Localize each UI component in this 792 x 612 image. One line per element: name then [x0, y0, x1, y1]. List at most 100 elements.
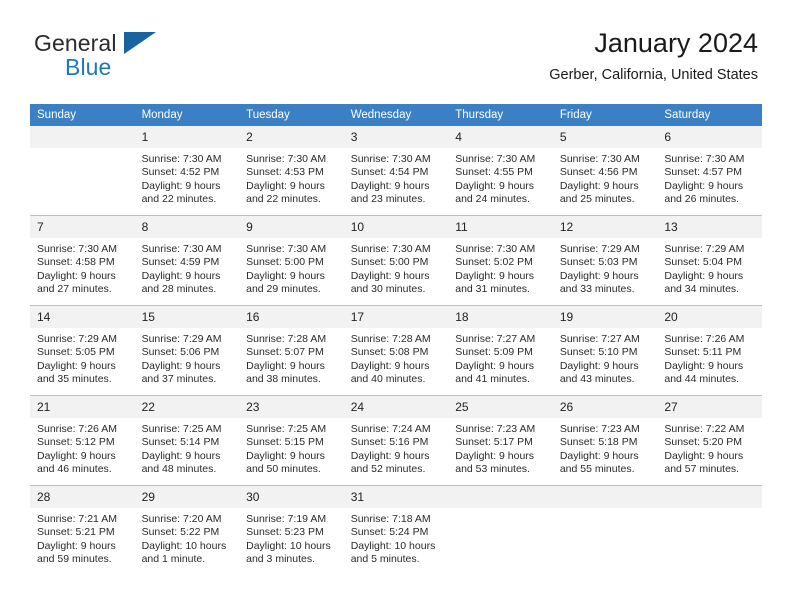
brand-name-general: General [34, 30, 117, 56]
day-sun-info: Sunrise: 7:23 AM Sunset: 5:17 PM Daylight:… [448, 418, 553, 476]
calendar-day-cell[interactable]: 28 Sunrise: 7:21 AM Sunset: 5:21 PM Dayligh… [30, 485, 135, 575]
weekday-header-monday: Monday [134, 104, 240, 126]
daylight-hours: Daylight: 9 hours [37, 359, 116, 372]
day-number: 27 [657, 396, 762, 418]
calendar-day-cell[interactable]: 25 Sunrise: 7:23 AM Sunset: 5:17 PM Dayligh… [448, 395, 553, 486]
day-number: 25 [448, 396, 553, 418]
day-number: 20 [657, 306, 762, 328]
day-number: 1 [134, 126, 240, 148]
daylight-hours: Daylight: 9 hours [664, 179, 744, 192]
page-subtitle: Gerber, California, United States [549, 67, 758, 83]
day-sun-info: Sunrise: 7:30 AM Sunset: 4:53 PM Daylight:… [239, 148, 344, 206]
weekday-header-row: Sunday Monday Tuesday Wednesday Thursday… [30, 104, 762, 126]
calendar-day-cell[interactable]: 4 Sunrise: 7:30 AM Sunset: 4:55 PM Daylight… [448, 126, 553, 216]
calendar-week-row: 14 Sunrise: 7:29 AM Sunset: 5:05 PM Dayligh… [30, 305, 762, 396]
calendar-day-cell[interactable]: 1 Sunrise: 7:30 AM Sunset: 4:52 PM Daylight… [134, 126, 240, 216]
day-number: 14 [30, 306, 135, 328]
daylight-minutes: and 3 minutes. [246, 552, 316, 565]
day-number: 12 [552, 216, 658, 238]
sunrise-time: Sunrise: 7:29 AM [664, 243, 745, 255]
day-number: 26 [552, 396, 658, 418]
sunrise-time: Sunrise: 7:30 AM [141, 153, 222, 165]
calendar-day-cell[interactable]: 20 Sunrise: 7:26 AM Sunset: 5:11 PM Dayligh… [657, 305, 762, 396]
daylight-hours: Daylight: 9 hours [246, 359, 325, 372]
title-block: January 2024 Gerber, California, United … [549, 26, 758, 86]
sunset-time: Sunset: 5:21 PM [37, 526, 115, 539]
daylight-hours: Daylight: 9 hours [350, 179, 430, 192]
calendar-day-cell[interactable]: 15 Sunrise: 7:29 AM Sunset: 5:06 PM Dayligh… [134, 305, 240, 396]
day-sun-info: Sunrise: 7:29 AM Sunset: 5:04 PM Daylight:… [657, 238, 762, 296]
daylight-minutes: and 40 minutes. [350, 372, 426, 385]
daylight-minutes: and 1 minute. [141, 552, 206, 565]
brand-logo[interactable]: General Blue [34, 30, 274, 90]
calendar-day-cell[interactable]: 18 Sunrise: 7:27 AM Sunset: 5:09 PM Dayligh… [448, 305, 553, 396]
daylight-minutes: and 53 minutes. [455, 462, 530, 475]
sunset-time: Sunset: 4:57 PM [664, 166, 743, 179]
day-sun-info: Sunrise: 7:29 AM Sunset: 5:05 PM Daylight:… [30, 328, 135, 386]
sunset-time: Sunset: 5:20 PM [664, 436, 743, 449]
sunset-time: Sunset: 5:00 PM [350, 256, 429, 269]
calendar-day-cell[interactable]: 3 Sunrise: 7:30 AM Sunset: 4:54 PM Daylight… [343, 126, 449, 216]
calendar-day-cell[interactable]: 8 Sunrise: 7:30 AM Sunset: 4:59 PM Daylight… [134, 215, 240, 306]
calendar-day-cell[interactable]: 11 Sunrise: 7:30 AM Sunset: 5:02 PM Dayligh… [448, 215, 553, 306]
calendar-day-cell[interactable]: 17 Sunrise: 7:28 AM Sunset: 5:08 PM Dayligh… [343, 305, 449, 396]
daylight-hours: Daylight: 9 hours [455, 269, 535, 282]
calendar-day-cell[interactable]: 13 Sunrise: 7:29 AM Sunset: 5:04 PM Dayligh… [657, 215, 762, 306]
calendar-day-cell[interactable]: 14 Sunrise: 7:29 AM Sunset: 5:05 PM Dayligh… [30, 305, 135, 396]
day-sun-info: Sunrise: 7:29 AM Sunset: 5:06 PM Daylight:… [135, 328, 240, 386]
calendar-day-cell[interactable]: 23 Sunrise: 7:25 AM Sunset: 5:15 PM Dayligh… [239, 395, 344, 486]
calendar-day-cell-empty [657, 485, 762, 575]
sunrise-time: Sunrise: 7:30 AM [141, 243, 222, 255]
day-number: 17 [343, 306, 449, 328]
calendar-day-cell[interactable]: 26 Sunrise: 7:23 AM Sunset: 5:18 PM Dayligh… [552, 395, 658, 486]
calendar-day-cell[interactable]: 29 Sunrise: 7:20 AM Sunset: 5:22 PM Dayligh… [134, 485, 240, 575]
blue-flag-icon [124, 32, 156, 54]
daylight-minutes: and 35 minutes. [37, 372, 112, 385]
calendar-day-cell[interactable]: 16 Sunrise: 7:28 AM Sunset: 5:07 PM Dayligh… [239, 305, 344, 396]
sunrise-time: Sunrise: 7:30 AM [455, 153, 536, 165]
calendar-day-cell[interactable]: 19 Sunrise: 7:27 AM Sunset: 5:10 PM Dayligh… [552, 305, 658, 396]
calendar-day-cell[interactable]: 22 Sunrise: 7:25 AM Sunset: 5:14 PM Dayligh… [134, 395, 240, 486]
calendar-day-cell[interactable]: 9 Sunrise: 7:30 AM Sunset: 5:00 PM Daylight… [239, 215, 344, 306]
daylight-minutes: and 55 minutes. [559, 462, 635, 475]
day-sun-info: Sunrise: 7:30 AM Sunset: 5:00 PM Daylight:… [344, 238, 449, 296]
sunset-time: Sunset: 5:02 PM [455, 256, 533, 269]
sunrise-time: Sunrise: 7:30 AM [664, 153, 745, 165]
brand-name-blue: Blue [65, 54, 112, 80]
sunrise-time: Sunrise: 7:25 AM [141, 423, 222, 435]
calendar-day-cell[interactable]: 5 Sunrise: 7:30 AM Sunset: 4:56 PM Daylight… [552, 126, 658, 216]
sunrise-time: Sunrise: 7:30 AM [350, 153, 431, 165]
day-sun-info: Sunrise: 7:18 AM Sunset: 5:24 PM Daylight:… [344, 508, 449, 566]
sunset-time: Sunset: 5:06 PM [141, 346, 220, 359]
daylight-hours: Daylight: 10 hours [350, 539, 436, 552]
daylight-hours: Daylight: 9 hours [559, 179, 639, 192]
sunset-time: Sunset: 5:03 PM [559, 256, 638, 269]
calendar-day-cell[interactable]: 27 Sunrise: 7:22 AM Sunset: 5:20 PM Dayligh… [657, 395, 762, 486]
sunrise-time: Sunrise: 7:20 AM [141, 513, 222, 525]
calendar-day-cell[interactable]: 31 Sunrise: 7:18 AM Sunset: 5:24 PM Dayligh… [343, 485, 449, 575]
calendar-day-cell[interactable]: 24 Sunrise: 7:24 AM Sunset: 5:16 PM Dayligh… [343, 395, 449, 486]
calendar-day-cell[interactable]: 2 Sunrise: 7:30 AM Sunset: 4:53 PM Daylight… [239, 126, 344, 216]
sunrise-time: Sunrise: 7:22 AM [664, 423, 745, 435]
calendar-day-cell[interactable]: 12 Sunrise: 7:29 AM Sunset: 5:03 PM Dayligh… [552, 215, 658, 306]
calendar-day-cell[interactable]: 21 Sunrise: 7:26 AM Sunset: 5:12 PM Dayligh… [30, 395, 135, 486]
calendar-day-cell[interactable]: 30 Sunrise: 7:19 AM Sunset: 5:23 PM Dayligh… [239, 485, 344, 575]
day-number: 7 [30, 216, 135, 238]
weekday-header-wednesday: Wednesday [343, 104, 449, 126]
calendar-day-cell[interactable]: 7 Sunrise: 7:30 AM Sunset: 4:58 PM Daylight… [30, 215, 135, 306]
calendar-day-cell-empty [30, 126, 135, 216]
day-number: 10 [343, 216, 449, 238]
day-sun-info: Sunrise: 7:28 AM Sunset: 5:07 PM Daylight:… [239, 328, 344, 386]
daylight-minutes: and 28 minutes. [141, 282, 217, 295]
sunrise-time: Sunrise: 7:27 AM [455, 333, 536, 345]
sunset-time: Sunset: 5:04 PM [664, 256, 743, 269]
daylight-hours: Daylight: 9 hours [455, 359, 535, 372]
day-sun-info: Sunrise: 7:30 AM Sunset: 4:55 PM Daylight:… [448, 148, 553, 206]
day-sun-info: Sunrise: 7:30 AM Sunset: 4:57 PM Daylight:… [657, 148, 762, 206]
calendar-day-cell[interactable]: 6 Sunrise: 7:30 AM Sunset: 4:57 PM Daylight… [657, 126, 762, 216]
calendar-day-cell[interactable]: 10 Sunrise: 7:30 AM Sunset: 5:00 PM Dayligh… [343, 215, 449, 306]
sunrise-time: Sunrise: 7:28 AM [246, 333, 327, 345]
sunrise-time: Sunrise: 7:21 AM [37, 513, 117, 525]
day-sun-info: Sunrise: 7:30 AM Sunset: 4:56 PM Daylight:… [553, 148, 658, 206]
day-number: 19 [552, 306, 658, 328]
